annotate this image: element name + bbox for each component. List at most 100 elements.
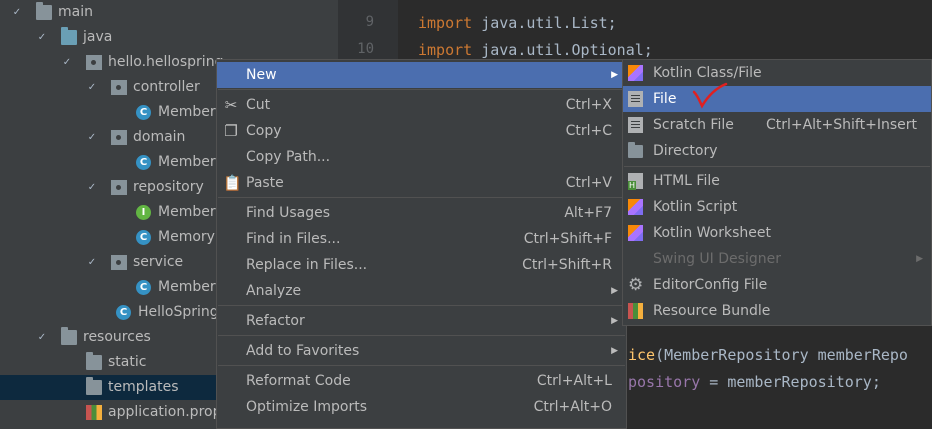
tree-item-label: resources [83, 329, 151, 345]
submenu-item-kotlin-class-file[interactable]: Kotlin Class/File [623, 60, 931, 86]
chevron-down-icon[interactable]: ✓ [87, 250, 97, 275]
menu-item-copy-path[interactable]: Copy Path... [217, 144, 626, 170]
folder-icon [61, 27, 77, 45]
scissors-icon: ✂ [224, 96, 238, 114]
submenu-item-html-file[interactable]: HTML File [623, 168, 931, 194]
tree-item-label: application.prop [108, 404, 222, 420]
chevron-down-icon[interactable]: ✓ [87, 125, 97, 150]
menu-item-label: Find in Files... [246, 231, 341, 247]
tree-item[interactable]: ✓ main [0, 0, 338, 25]
submenu-item-label: Resource Bundle [653, 303, 771, 319]
interface-icon: I [136, 205, 151, 220]
chevron-down-icon[interactable]: ✓ [12, 0, 22, 25]
menu-item-label: New [246, 67, 277, 83]
folder-icon [86, 377, 102, 395]
submenu-item-swing-ui-designer: Swing UI Designer ▶ [623, 246, 931, 272]
tree-item-label: Member [158, 154, 216, 170]
menu-item-shortcut: Ctrl+Alt+O [533, 399, 612, 415]
chevron-down-icon[interactable]: ✓ [62, 50, 72, 75]
submenu-item-label: Kotlin Worksheet [653, 225, 771, 241]
menu-item-label: Find Usages [246, 205, 331, 221]
menu-item-label: Copy Path... [246, 149, 331, 165]
kotlin-worksheet-icon [628, 225, 643, 241]
submenu-arrow-icon: ▶ [611, 346, 618, 356]
folder-icon [86, 352, 102, 370]
menu-item-label: Copy [246, 123, 282, 139]
submenu-arrow-icon: ▶ [611, 316, 618, 326]
menu-item-label: Refactor [246, 313, 305, 329]
menu-item-find-usages[interactable]: Find Usages Alt+F7 [217, 200, 626, 226]
menu-item-label: Paste [246, 175, 284, 191]
menu-item-find-in-files[interactable]: Find in Files... Ctrl+Shift+F [217, 226, 626, 252]
submenu-item-resource-bundle[interactable]: Resource Bundle [623, 298, 931, 324]
submenu-item-file[interactable]: File [623, 86, 931, 112]
tree-item-label: domain [133, 129, 186, 145]
scratch-file-icon [628, 117, 643, 133]
menu-separator [218, 305, 625, 306]
menu-item-reformat-code[interactable]: Reformat Code Ctrl+Alt+L [217, 368, 626, 394]
chevron-down-icon[interactable]: ✓ [37, 25, 47, 50]
menu-item-new[interactable]: New ▶ [217, 62, 626, 88]
folder-icon [61, 327, 77, 345]
menu-item-add-to-favorites[interactable]: Add to Favorites ▶ [217, 338, 626, 364]
submenu-item-label: Kotlin Script [653, 199, 738, 215]
submenu-arrow-icon: ▶ [611, 286, 618, 296]
tree-item-label: static [108, 354, 147, 370]
submenu-item-editorconfig-file[interactable]: ⚙ EditorConfig File [623, 272, 931, 298]
menu-item-analyze[interactable]: Analyze ▶ [217, 278, 626, 304]
menu-item-label: Replace in Files... [246, 257, 368, 273]
paste-icon: 📋 [223, 174, 242, 192]
new-submenu: Kotlin Class/File File Scratch File Ctrl+Al… [622, 59, 932, 326]
menu-separator [218, 89, 625, 90]
submenu-item-label: File [653, 91, 677, 107]
menu-item-optimize-imports[interactable]: Optimize Imports Ctrl+Alt+O [217, 394, 626, 420]
menu-item-refactor[interactable]: Refactor ▶ [217, 308, 626, 334]
menu-item-shortcut: Alt+F7 [564, 205, 612, 221]
submenu-item-directory[interactable]: Directory [623, 138, 931, 164]
html-file-icon [628, 173, 643, 190]
package-icon [111, 80, 127, 95]
context-menu: New ▶ ✂ Cut Ctrl+X ❐ Copy Ctrl+C Copy Path... 📋 Pa… [216, 59, 627, 429]
tree-item-label: hello.hellospring [108, 54, 224, 70]
menu-separator [218, 335, 625, 336]
chevron-down-icon[interactable]: ✓ [87, 175, 97, 200]
chevron-down-icon[interactable]: ✓ [37, 325, 47, 350]
menu-item-copy[interactable]: ❐ Copy Ctrl+C [217, 118, 626, 144]
tree-item-label: service [133, 254, 184, 270]
submenu-item-label: Scratch File [653, 117, 734, 133]
gear-icon: ⚙ [628, 275, 644, 295]
tree-item-label: HelloSpringA [138, 304, 229, 320]
menu-item-label: Optimize Imports [246, 399, 367, 415]
menu-item-shortcut: Ctrl+X [565, 97, 612, 113]
submenu-item-label: HTML File [653, 173, 720, 189]
menu-item-label: Analyze [246, 283, 302, 299]
submenu-item-kotlin-script[interactable]: Kotlin Script [623, 194, 931, 220]
package-icon [111, 130, 127, 145]
code-line[interactable]: import java.util.Optional; [418, 41, 653, 59]
package-icon [86, 55, 102, 70]
menu-item-cut[interactable]: ✂ Cut Ctrl+X [217, 92, 626, 118]
submenu-item-label: Swing UI Designer [653, 251, 781, 267]
directory-icon [628, 142, 643, 158]
code-line[interactable]: ice(MemberRepository memberRepo [628, 346, 908, 364]
menu-item-shortcut: Ctrl+Alt+L [536, 373, 612, 389]
copy-icon: ❐ [224, 122, 238, 140]
properties-file-icon [86, 405, 102, 420]
menu-item-replace-in-files[interactable]: Replace in Files... Ctrl+Shift+R [217, 252, 626, 278]
chevron-down-icon[interactable]: ✓ [87, 75, 97, 100]
menu-item-paste[interactable]: 📋 Paste Ctrl+V [217, 170, 626, 196]
code-line[interactable]: import java.util.List; [418, 14, 617, 32]
menu-item-shortcut: Ctrl+Shift+F [523, 231, 612, 247]
code-line[interactable]: pository = memberRepository; [628, 373, 881, 391]
tree-item-label: templates [108, 379, 179, 395]
tree-item[interactable]: ✓ java [0, 25, 338, 50]
submenu-item-label: Directory [653, 143, 718, 159]
tree-item-label: repository [133, 179, 204, 195]
submenu-item-label: EditorConfig File [653, 277, 768, 293]
class-icon: C [136, 155, 151, 170]
submenu-arrow-icon: ▶ [916, 254, 923, 264]
submenu-item-scratch-file[interactable]: Scratch File Ctrl+Alt+Shift+Insert [623, 112, 931, 138]
submenu-item-shortcut: Ctrl+Alt+Shift+Insert [765, 117, 917, 133]
submenu-item-kotlin-worksheet[interactable]: Kotlin Worksheet [623, 220, 931, 246]
line-number: 10 [357, 41, 374, 57]
